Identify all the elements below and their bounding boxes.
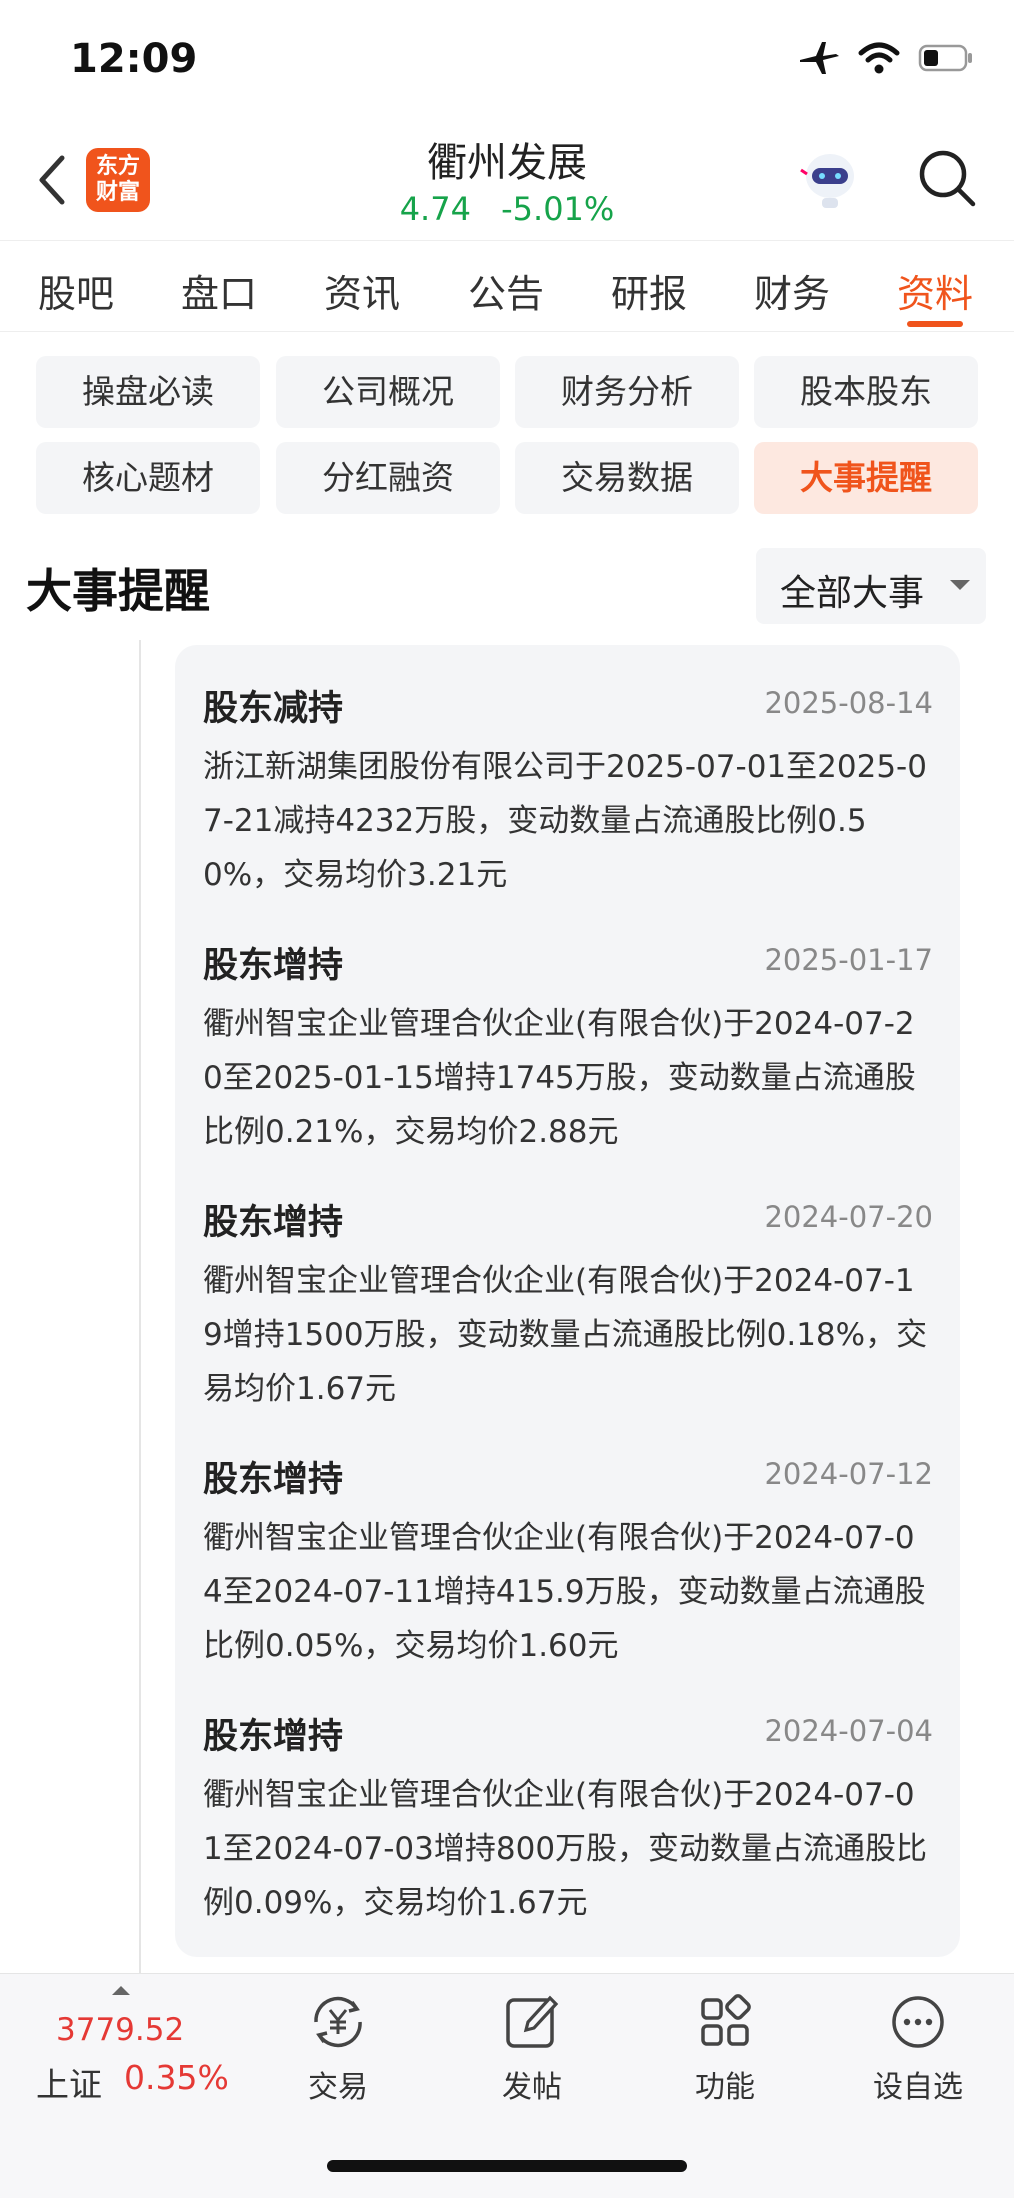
subnav-company-overview[interactable]: 公司概况 xyxy=(276,356,500,428)
event-date: 2024-07-20 xyxy=(764,1200,933,1234)
event-description: 衢州智宝企业管理合伙企业(有限合伙)于2024-07-04至2024-07-11… xyxy=(203,1520,926,1664)
robot-assistant-icon[interactable] xyxy=(795,144,865,214)
grid-apps-icon xyxy=(701,1994,751,2046)
event-description: 浙江新湖集团股份有限公司于2025-07-01至2025-07-21减持4232… xyxy=(203,749,927,893)
event-title: 股东增持 xyxy=(203,1460,344,1500)
wifi-icon xyxy=(858,42,900,74)
event-description: 衢州智宝企业管理合伙企业(有限合伙)于2024-07-19增持1500万股，变动… xyxy=(203,1263,928,1407)
event-title: 股东减持 xyxy=(203,689,344,729)
event-date: 2025-01-17 xyxy=(764,943,933,977)
event-date: 2024-07-12 xyxy=(764,1457,933,1491)
subnav-financial-analysis[interactable]: 财务分析 xyxy=(515,356,739,428)
subnav-dividends-financing[interactable]: 分红融资 xyxy=(276,442,500,514)
event-filter-dropdown[interactable]: 全部大事 xyxy=(756,548,986,624)
event-date: 2024-07-04 xyxy=(764,1714,933,1748)
nav-post[interactable]: 发帖 xyxy=(462,1992,602,2106)
subnav-core-themes[interactable]: 核心题材 xyxy=(36,442,260,514)
tab-announcements[interactable]: 公告 xyxy=(468,263,544,318)
nav-functions[interactable]: 功能 xyxy=(655,1992,795,2106)
event-title: 股东增持 xyxy=(203,1717,344,1757)
stock-header: 东方 财富 衢州发展 4.74 -5.01% xyxy=(0,120,1014,240)
tab-research[interactable]: 研报 xyxy=(611,263,687,318)
yuan-exchange-icon xyxy=(314,1996,362,2048)
index-name: 上证 xyxy=(36,2065,102,2104)
index-change: 0.35% xyxy=(124,2058,229,2097)
battery-icon xyxy=(918,44,972,72)
stock-price: 4.74 xyxy=(399,190,471,228)
subnav-major-events[interactable]: 大事提醒 xyxy=(754,442,978,514)
more-dots-icon xyxy=(892,1996,944,2048)
active-tab-indicator xyxy=(907,321,963,327)
subnav-trading-data[interactable]: 交易数据 xyxy=(515,442,739,514)
main-tabs: 股吧 盘口 资讯 公告 研报 财务 资料 xyxy=(0,240,1014,332)
status-time: 12:09 xyxy=(70,36,198,82)
tab-profile[interactable]: 资料 xyxy=(897,263,973,318)
nav-add-watchlist[interactable]: 设自选 xyxy=(848,1992,988,2106)
tab-pankou[interactable]: 盘口 xyxy=(181,263,257,318)
tab-guba[interactable]: 股吧 xyxy=(38,263,114,318)
index-value: 3779.52 xyxy=(56,2012,185,2048)
subnav-trading-guide[interactable]: 操盘必读 xyxy=(36,356,260,428)
nav-trade[interactable]: 交易 xyxy=(268,1992,408,2106)
event-title: 股东增持 xyxy=(203,1203,344,1243)
event-filter-label: 全部大事 xyxy=(780,573,925,614)
nav-add-watchlist-label: 设自选 xyxy=(873,2070,963,2105)
search-icon[interactable] xyxy=(915,146,979,210)
event-title: 股东增持 xyxy=(203,946,344,986)
event-description: 衢州智宝企业管理合伙企业(有限合伙)于2024-07-20至2025-01-15… xyxy=(203,1006,916,1150)
nav-trade-label: 交易 xyxy=(308,2070,368,2105)
page: 12:09 东方 财富 衢州发展 4.74 -5.01% 股吧 盘口 资讯 公告… xyxy=(0,0,1014,2198)
tab-finance[interactable]: 财务 xyxy=(754,263,830,318)
status-icons xyxy=(798,40,974,76)
tab-news[interactable]: 资讯 xyxy=(324,263,400,318)
events-card: 股东减持 2025-08-14 浙江新湖集团股份有限公司于2025-07-01至… xyxy=(175,645,960,1957)
section-title: 大事提醒 xyxy=(26,564,210,618)
chevron-down-icon xyxy=(950,580,970,590)
nav-functions-label: 功能 xyxy=(695,2070,755,2105)
event-date: 2025-08-14 xyxy=(764,686,933,720)
event-description: 衢州智宝企业管理合伙企业(有限合伙)于2024-07-01至2024-07-03… xyxy=(203,1777,928,1921)
timeline-line xyxy=(139,640,141,1980)
edit-post-icon xyxy=(506,1995,559,2048)
nav-post-label: 发帖 xyxy=(502,2070,562,2105)
subnav-shareholders[interactable]: 股本股东 xyxy=(754,356,978,428)
airplane-icon xyxy=(800,42,839,74)
caret-up-icon xyxy=(112,1986,130,1995)
home-indicator xyxy=(327,2160,687,2172)
status-bar: 12:09 xyxy=(0,0,1014,120)
stock-change-pct: -5.01% xyxy=(501,190,615,228)
